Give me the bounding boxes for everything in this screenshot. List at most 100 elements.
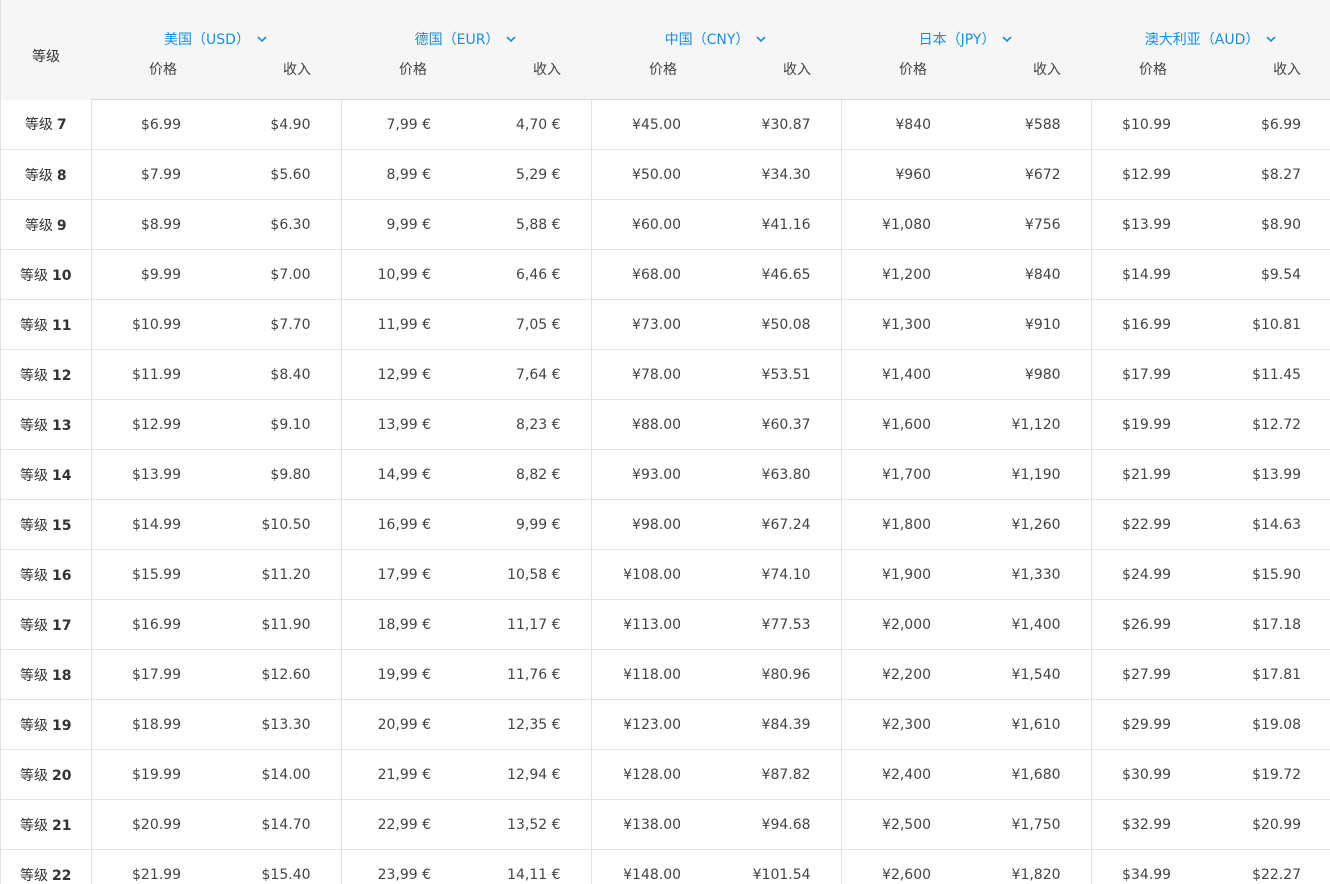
currency-dropdown-aud[interactable]: 澳大利亚（AUD） [1145, 29, 1278, 55]
proceeds-cell: ¥80.96 [707, 649, 842, 700]
proceeds-cell: ¥74.10 [707, 549, 842, 600]
chevron-down-icon [1266, 36, 1276, 43]
proceeds-cell: 14,11 € [457, 849, 592, 884]
price-cell: ¥118.00 [591, 649, 708, 700]
proceeds-cell: ¥30.87 [707, 99, 842, 150]
proceeds-cell: $12.60 [207, 649, 342, 700]
proceeds-cell: $20.99 [1197, 799, 1330, 850]
proceeds-column-header: 收入 [957, 55, 1092, 100]
price-cell: $24.99 [1091, 549, 1198, 600]
price-cell: $32.99 [1091, 799, 1198, 850]
table-row: 等级 20 $19.99 $14.00 21,99 €12,94 € ¥128.00 ¥87… [1, 749, 1330, 800]
price-cell: $6.99 [91, 99, 207, 150]
proceeds-cell: 7,05 € [457, 299, 592, 350]
price-cell: ¥1,800 [841, 499, 958, 550]
table-row: 等级 21 $20.99 $14.70 22,99 €13,52 € ¥138.00 ¥94… [1, 799, 1330, 850]
tier-number: 9 [56, 217, 67, 234]
proceeds-cell: $10.50 [207, 499, 342, 550]
price-cell: $9.99 [91, 249, 207, 300]
price-cell: 22,99 € [341, 799, 458, 850]
price-cell: 14,99 € [341, 449, 458, 500]
proceeds-cell: ¥980 [957, 349, 1092, 400]
tier-cell: 等级 19 [1, 699, 92, 750]
currency-label-usd: 美国（USD） [164, 32, 250, 48]
currency-dropdown-cny[interactable]: 中国（CNY） [665, 29, 768, 55]
tier-column-header: 等级 [1, 0, 91, 100]
proceeds-cell: ¥1,260 [957, 499, 1092, 550]
currency-header-usd: 美国（USD） [91, 0, 342, 55]
proceeds-cell: $12.72 [1197, 399, 1330, 450]
tier-prefix: 等级 [20, 617, 48, 634]
currency-dropdown-jpy[interactable]: 日本（JPY） [919, 29, 1014, 55]
proceeds-cell: $11.20 [207, 549, 342, 600]
proceeds-cell: 5,88 € [457, 199, 592, 250]
price-cell: $16.99 [91, 599, 207, 650]
proceeds-cell: $8.27 [1197, 149, 1330, 200]
proceeds-cell: $7.70 [207, 299, 342, 350]
proceeds-cell: ¥840 [957, 249, 1092, 300]
table-row: 等级 19 $18.99 $13.30 20,99 €12,35 € ¥123.00 ¥84… [1, 699, 1330, 750]
proceeds-cell: $17.18 [1197, 599, 1330, 650]
proceeds-cell: $13.99 [1197, 449, 1330, 500]
proceeds-cell: $17.81 [1197, 649, 1330, 700]
tier-number: 11 [52, 317, 72, 334]
price-cell: $10.99 [1091, 99, 1198, 150]
price-cell: 12,99 € [341, 349, 458, 400]
proceeds-cell: 6,46 € [457, 249, 592, 300]
price-cell: $26.99 [1091, 599, 1198, 650]
proceeds-cell: 8,82 € [457, 449, 592, 500]
price-cell: ¥138.00 [591, 799, 708, 850]
tier-cell: 等级 20 [1, 749, 92, 800]
price-cell: ¥2,400 [841, 749, 958, 800]
proceeds-cell: $15.40 [207, 849, 342, 884]
currency-dropdown-eur[interactable]: 德国（EUR） [415, 29, 518, 55]
price-cell: $17.99 [1091, 349, 1198, 400]
proceeds-cell: ¥1,820 [957, 849, 1092, 884]
table-body: 等级 7 $6.99 $4.90 7,99 €4,70 € ¥45.00 ¥30.87 ¥84… [1, 99, 1330, 884]
proceeds-cell: ¥1,750 [957, 799, 1092, 850]
tier-prefix: 等级 [20, 567, 48, 584]
tier-cell: 等级 8 [1, 149, 92, 200]
table-row: 等级 10 $9.99 $7.00 10,99 €6,46 € ¥68.00 ¥46.65 ¥… [1, 249, 1330, 300]
proceeds-cell: ¥87.82 [707, 749, 842, 800]
proceeds-cell: 10,58 € [457, 549, 592, 600]
tier-prefix: 等级 [20, 767, 48, 784]
price-cell: ¥1,400 [841, 349, 958, 400]
proceeds-cell: ¥46.65 [707, 249, 842, 300]
tier-number: 19 [52, 717, 72, 734]
proceeds-cell: $11.45 [1197, 349, 1330, 400]
proceeds-cell: ¥1,400 [957, 599, 1092, 650]
tier-prefix: 等级 [20, 317, 48, 334]
table-header: 等级 美国（USD） 德国（EUR） 中国（CNY） 日本（JPY） 澳大利亚（… [1, 0, 1330, 100]
price-cell: 19,99 € [341, 649, 458, 700]
price-cell: $13.99 [91, 449, 207, 500]
price-cell: $19.99 [91, 749, 207, 800]
tier-number: 13 [52, 417, 72, 434]
tier-cell: 等级 18 [1, 649, 92, 700]
proceeds-cell: $9.54 [1197, 249, 1330, 300]
price-cell: $14.99 [91, 499, 207, 550]
price-cell: $11.99 [91, 349, 207, 400]
price-cell: 13,99 € [341, 399, 458, 450]
proceeds-cell: ¥34.30 [707, 149, 842, 200]
tier-cell: 等级 10 [1, 249, 92, 300]
currency-label-aud: 澳大利亚（AUD） [1144, 32, 1260, 48]
currency-header-eur: 德国（EUR） [341, 0, 592, 55]
table-row: 等级 7 $6.99 $4.90 7,99 €4,70 € ¥45.00 ¥30.87 ¥84… [1, 99, 1330, 150]
proceeds-cell: 9,99 € [457, 499, 592, 550]
proceeds-cell: ¥1,330 [957, 549, 1092, 600]
tier-prefix: 等级 [20, 717, 48, 734]
currency-label-cny: 中国（CNY） [664, 32, 750, 48]
proceeds-cell: $6.99 [1197, 99, 1330, 150]
price-cell: $15.99 [91, 549, 207, 600]
proceeds-cell: ¥60.37 [707, 399, 842, 450]
tier-cell: 等级 21 [1, 799, 92, 850]
chevron-down-icon [1002, 36, 1013, 43]
table-row: 等级 8 $7.99 $5.60 8,99 €5,29 € ¥50.00 ¥34.30 ¥96… [1, 149, 1330, 200]
tier-number: 12 [52, 367, 72, 384]
currency-dropdown-usd[interactable]: 美国（USD） [164, 29, 268, 55]
tier-number: 18 [52, 667, 72, 684]
price-cell: ¥128.00 [591, 749, 708, 800]
currency-label-eur: 德国（EUR） [414, 32, 500, 48]
tier-prefix: 等级 [20, 817, 48, 834]
